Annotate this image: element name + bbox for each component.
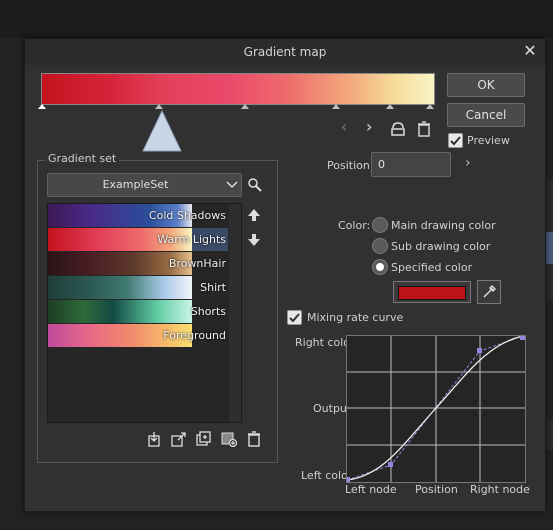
arrow-down-icon[interactable] [247,233,261,247]
gradient-swatch [48,300,192,323]
gradient-set-selected: ExampleSet [102,178,169,191]
gradient-swatch [48,276,192,299]
chevron-down-icon [226,181,238,189]
radio-specified-color[interactable] [372,259,388,275]
list-item[interactable]: Shirt [48,276,228,299]
gradient-node-marker[interactable] [426,104,434,109]
duplicate-icon[interactable] [196,431,212,447]
gradient-preview-bar[interactable] [41,73,435,105]
radio-sub-drawing-color[interactable] [372,238,388,254]
gradient-node-marker[interactable] [241,104,249,109]
gradient-node-marker[interactable] [38,104,46,109]
position-label: Position: [327,159,374,172]
arrow-up-icon[interactable] [247,208,261,222]
ok-label: OK [477,78,495,92]
list-item-label: Shorts [190,305,226,318]
flip-gradient-icon[interactable] [390,121,406,137]
list-scrollbar[interactable] [229,204,241,422]
list-item[interactable]: BrownHair [48,252,228,275]
position-input[interactable]: 0 [371,152,451,177]
mixing-rate-curve-checkbox[interactable] [287,310,302,325]
cancel-label: Cancel [465,108,507,122]
gradient-map-dialog: Gradient map ✕ ‹ › OK Cancel Preview Pos… [24,38,546,512]
radio-main-drawing-color[interactable] [372,217,388,233]
preview-checkbox[interactable] [448,133,463,148]
close-icon[interactable]: ✕ [521,42,539,60]
gradient-set-list[interactable]: Cold Shadows Warm Lights BrownHair Shirt… [47,203,242,423]
curve-plot [347,336,525,482]
wrench-icon[interactable] [247,177,263,193]
check-icon [289,313,300,323]
list-item-label: Foreground [163,329,226,342]
list-item[interactable]: Shorts [48,300,228,323]
right-node-label: Right node [470,483,530,496]
eyedropper-button[interactable] [477,280,501,304]
title-bar: Gradient map ✕ [25,39,545,65]
cancel-button[interactable]: Cancel [447,103,525,127]
gradient-set-select[interactable]: ExampleSet [47,173,242,197]
background-panel-top [0,0,553,38]
export-icon[interactable] [171,431,187,447]
mixing-rate-curve-label: Mixing rate curve [307,311,404,324]
add-gradient-icon[interactable] [221,431,237,447]
list-item-label: Shirt [200,281,226,294]
color-swatch-fill [398,286,466,300]
specified-color-swatch[interactable] [393,281,471,303]
ok-button[interactable]: OK [447,73,525,97]
curve-node[interactable] [520,336,525,340]
list-item-label: BrownHair [168,257,226,270]
list-item[interactable]: Cold Shadows [48,204,228,227]
gradient-node-marker-large[interactable] [141,109,183,153]
position-arrow-icon[interactable]: › [465,155,471,171]
eyedropper-icon [483,285,496,298]
preview-label: Preview [467,134,510,147]
gradient-set-title: Gradient set [45,152,120,165]
gradient-node-marker[interactable] [386,104,394,109]
list-item[interactable]: Warm Lights [48,228,228,251]
check-icon [450,136,461,146]
position-value: 0 [378,158,385,171]
left-node-label: Left node [345,483,397,496]
curve-node[interactable] [388,462,393,467]
list-item[interactable]: Foreground [48,324,228,347]
gradient-node-marker[interactable] [332,104,340,109]
curve-node[interactable] [477,348,482,353]
list-item-label: Cold Shadows [148,209,226,222]
mixing-curve-graph[interactable] [346,335,526,483]
left-color-label: Left color [301,469,353,482]
delete-node-icon[interactable] [417,121,431,137]
specified-color-label: Specified color [391,261,473,274]
list-item-label: Warm Lights [157,233,226,246]
next-node-icon[interactable]: › [366,119,380,135]
dialog-title: Gradient map [243,45,327,59]
main-drawing-color-label: Main drawing color [391,219,496,232]
curve-node[interactable] [347,477,350,482]
color-label: Color: [338,219,371,232]
position-axis-label: Position [415,483,458,496]
previous-node-icon[interactable]: ‹ [341,119,355,135]
delete-gradient-icon[interactable] [247,431,261,447]
sub-drawing-color-label: Sub drawing color [391,240,491,253]
import-icon[interactable] [146,431,162,447]
